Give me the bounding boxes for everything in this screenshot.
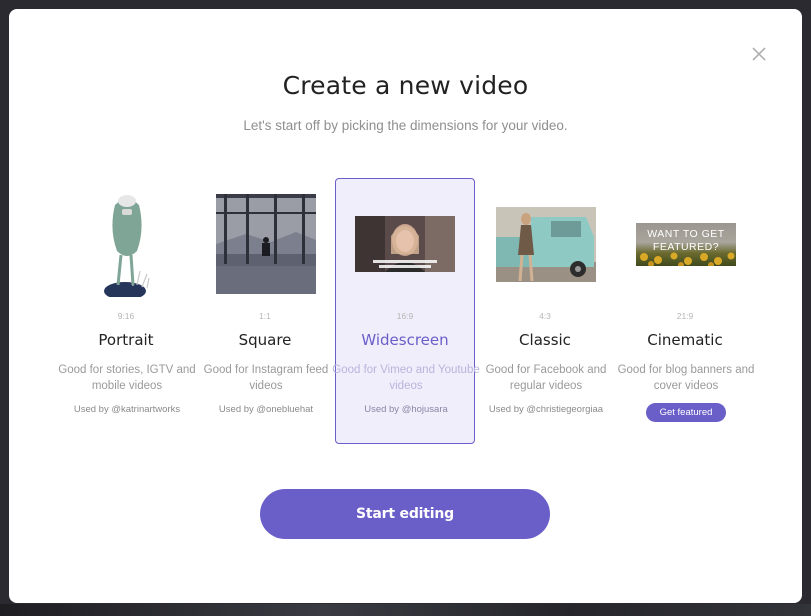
widescreen-thumbnail [355, 216, 455, 272]
used-by-credit: Used by @katrinartworks [73, 404, 181, 415]
aspect-ratio-label: 9:16 [117, 311, 135, 321]
option-portrait[interactable]: 9:16 Portrait Good for stories, IGTV and… [56, 178, 196, 444]
option-description: Good for Vimeo and Youtube videos [332, 364, 480, 392]
option-cinematic[interactable]: WANT TO GET FEATURED? 21:9 Cinematic Goo… [615, 178, 755, 444]
option-description: Good for blog banners and cover videos [617, 364, 755, 392]
used-by-credit: Used by @hojusara [364, 404, 448, 415]
used-by-credit: Used by @christiegeorgiaa [488, 404, 604, 415]
option-widescreen[interactable]: 16:9 Widescreen Good for Vimeo and Youtu… [332, 178, 480, 444]
aspect-ratio-label: 4:3 [539, 311, 551, 321]
cinematic-thumbnail: WANT TO GET FEATURED? [636, 223, 736, 266]
option-name: Portrait [98, 331, 154, 349]
background-page [0, 604, 811, 616]
aspect-ratio-label: 1:1 [259, 311, 271, 321]
option-name: Classic [519, 331, 571, 349]
option-description: Good for Instagram feed videos [203, 364, 329, 392]
thumbnail-overlay-text: WANT TO GET FEATURED? [647, 228, 725, 253]
option-classic[interactable]: 4:3 Classic Good for Facebook and regula… [475, 178, 615, 444]
aspect-ratio-label: 16:9 [396, 311, 414, 321]
modal-title: Create a new video [282, 71, 529, 100]
option-name: Square [238, 331, 292, 349]
square-thumbnail [216, 194, 316, 294]
close-icon[interactable] [750, 45, 768, 63]
create-video-modal: Create a new video Let's start off by pi… [9, 9, 802, 603]
option-name: Cinematic [647, 331, 723, 349]
option-description: Good for Facebook and regular videos [485, 364, 607, 392]
option-name: Widescreen [361, 331, 449, 349]
modal-subtitle: Let's start off by picking the dimension… [243, 118, 568, 133]
option-square[interactable]: 1:1 Square Good for Instagram feed video… [195, 178, 335, 444]
start-editing-button[interactable]: Start editing [260, 489, 550, 539]
classic-thumbnail [496, 207, 596, 282]
get-featured-button[interactable]: Get featured [646, 403, 726, 422]
aspect-ratio-label: 21:9 [676, 311, 694, 321]
used-by-credit: Used by @onebluehat [218, 404, 314, 415]
option-description: Good for stories, IGTV and mobile videos [58, 364, 196, 392]
portrait-thumbnail [104, 195, 150, 297]
